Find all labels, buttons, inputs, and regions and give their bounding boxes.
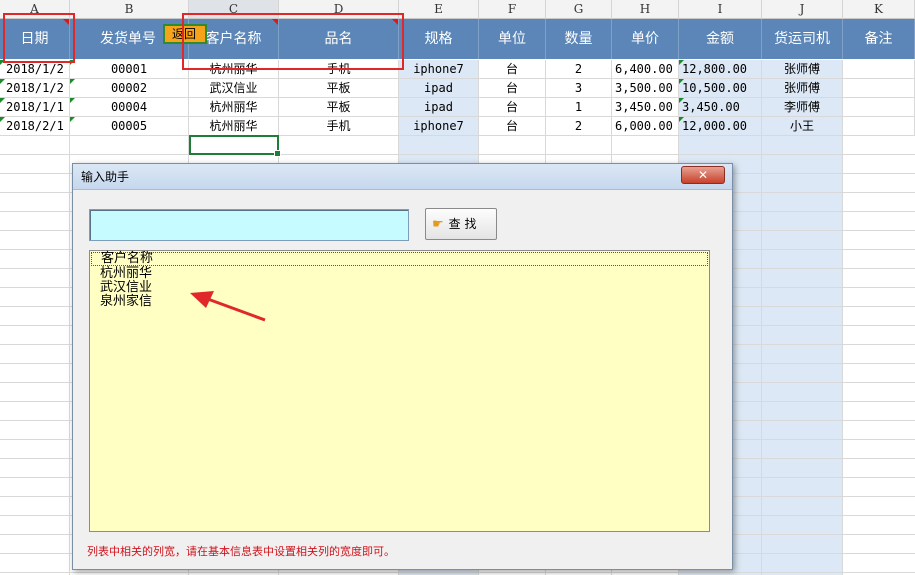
annotation-arrow: [190, 291, 266, 322]
arrow-shaft: [204, 296, 266, 322]
